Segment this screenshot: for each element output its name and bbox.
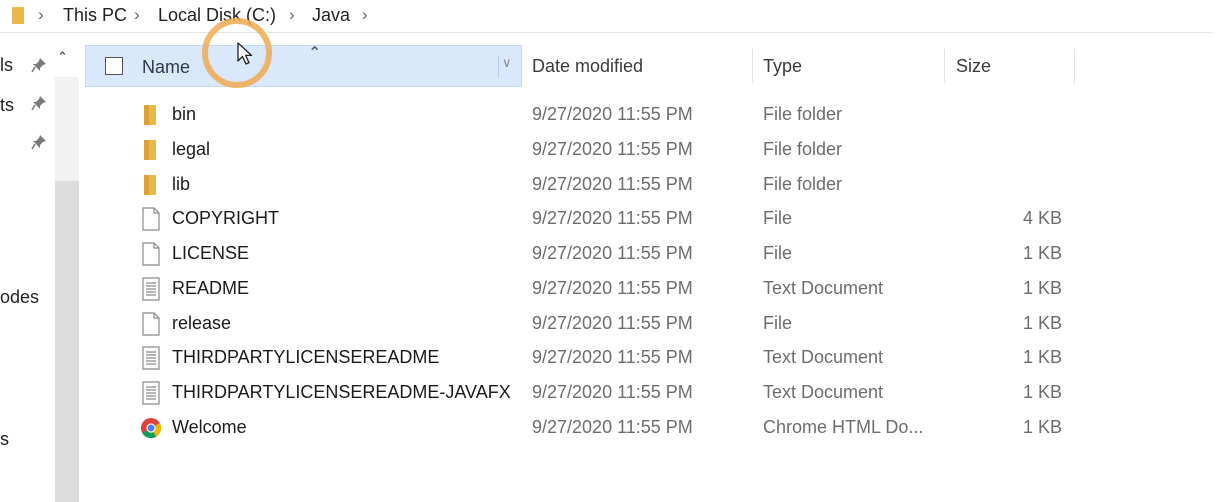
chevron-down-icon[interactable]: ∨ bbox=[502, 55, 512, 71]
mouse-cursor-icon bbox=[237, 42, 253, 65]
file-type: File bbox=[763, 313, 793, 333]
column-divider[interactable] bbox=[752, 49, 753, 83]
file-name: README bbox=[172, 278, 250, 298]
navigation-pane: ls ts odes s ⌃ bbox=[0, 33, 80, 502]
nav-item[interactable]: ts bbox=[0, 95, 14, 116]
file-type: File bbox=[763, 208, 793, 228]
file-type: Chrome HTML Do... bbox=[763, 417, 924, 437]
file-date: 9/27/2020 11:55 PM bbox=[532, 243, 693, 263]
column-header-name[interactable]: Name ⌃ ∨ bbox=[85, 45, 522, 87]
file-type: Text Document bbox=[763, 347, 884, 367]
file-name: THIRDPARTYLICENSEREADME bbox=[172, 347, 440, 367]
scrollbar-thumb[interactable] bbox=[55, 181, 79, 502]
breadcrumb-java[interactable]: Java bbox=[312, 5, 350, 26]
file-date: 9/27/2020 11:55 PM bbox=[532, 104, 693, 124]
file-size: 4 KB bbox=[1022, 208, 1062, 228]
file-size: 1 KB bbox=[1022, 347, 1062, 367]
file-size: 1 KB bbox=[1022, 278, 1062, 298]
nav-item[interactable]: s bbox=[0, 429, 9, 450]
file-name: THIRDPARTYLICENSEREADME-JAVAFX bbox=[172, 382, 511, 402]
column-header-size[interactable]: Size bbox=[956, 56, 991, 77]
file-type: File folder bbox=[763, 139, 843, 159]
file-name: bin bbox=[172, 104, 197, 124]
nav-item[interactable]: ls bbox=[0, 55, 13, 76]
pin-icon[interactable] bbox=[31, 95, 47, 111]
table-row[interactable]: legal 9/27/2020 11:55 PM File folder bbox=[85, 133, 1212, 167]
folder-icon bbox=[144, 140, 156, 160]
file-icon bbox=[142, 207, 160, 231]
file-size: 1 KB bbox=[1022, 382, 1062, 402]
column-header-type[interactable]: Type bbox=[763, 56, 802, 77]
table-row[interactable]: THIRDPARTYLICENSEREADME 9/27/2020 11:55 … bbox=[85, 341, 1212, 375]
table-row[interactable]: bin 9/27/2020 11:55 PM File folder bbox=[85, 98, 1212, 132]
pin-icon[interactable] bbox=[31, 134, 47, 150]
file-name: LICENSE bbox=[172, 243, 250, 263]
file-name: COPYRIGHT bbox=[172, 208, 280, 228]
file-name: legal bbox=[172, 139, 211, 159]
pin-icon[interactable] bbox=[31, 57, 47, 73]
table-row[interactable]: THIRDPARTYLICENSEREADME-JAVAFX 9/27/2020… bbox=[85, 376, 1212, 410]
chevron-right-icon[interactable]: › bbox=[38, 5, 44, 25]
file-date: 9/27/2020 11:55 PM bbox=[532, 382, 693, 402]
file-name: release bbox=[172, 313, 232, 333]
file-name: Welcome bbox=[172, 417, 247, 437]
file-date: 9/27/2020 11:55 PM bbox=[532, 139, 693, 159]
table-row[interactable]: lib 9/27/2020 11:55 PM File folder bbox=[85, 168, 1212, 202]
file-date: 9/27/2020 11:55 PM bbox=[532, 174, 693, 194]
file-type: File folder bbox=[763, 104, 843, 124]
column-divider[interactable] bbox=[944, 49, 945, 83]
breadcrumb-this-pc[interactable]: This PC bbox=[63, 5, 127, 26]
text-document-icon bbox=[142, 381, 160, 405]
table-row[interactable]: Welcome 9/27/2020 11:55 PM Chrome HTML D… bbox=[85, 411, 1212, 445]
chrome-icon bbox=[141, 418, 162, 439]
file-size: 1 KB bbox=[1022, 243, 1062, 263]
chevron-right-icon[interactable]: › bbox=[289, 5, 295, 25]
file-date: 9/27/2020 11:55 PM bbox=[532, 347, 693, 367]
file-date: 9/27/2020 11:55 PM bbox=[532, 313, 693, 333]
table-row[interactable]: release 9/27/2020 11:55 PM File 1 KB bbox=[85, 307, 1212, 341]
file-date: 9/27/2020 11:55 PM bbox=[532, 417, 693, 437]
address-bar[interactable]: › This PC › Local Disk (C:) › Java › bbox=[0, 0, 1212, 33]
file-date: 9/27/2020 11:55 PM bbox=[532, 208, 693, 228]
file-size: 1 KB bbox=[1022, 313, 1062, 333]
file-type: Text Document bbox=[763, 278, 884, 298]
scroll-up-arrow-icon[interactable]: ⌃ bbox=[57, 49, 68, 65]
nav-item[interactable]: odes bbox=[0, 287, 39, 308]
file-type: File folder bbox=[763, 174, 843, 194]
table-row[interactable]: README 9/27/2020 11:55 PM Text Document … bbox=[85, 272, 1212, 306]
folder-icon bbox=[144, 175, 156, 195]
column-divider[interactable] bbox=[1074, 49, 1075, 83]
select-all-checkbox[interactable] bbox=[105, 57, 123, 75]
chevron-right-icon[interactable]: › bbox=[134, 5, 140, 25]
file-type: Text Document bbox=[763, 382, 884, 402]
column-divider bbox=[498, 56, 499, 78]
file-name: lib bbox=[172, 174, 191, 194]
column-header-date-modified[interactable]: Date modified bbox=[532, 56, 643, 77]
file-date: 9/27/2020 11:55 PM bbox=[532, 278, 693, 298]
chevron-right-icon[interactable]: › bbox=[362, 5, 368, 25]
file-size: 1 KB bbox=[1022, 417, 1062, 437]
table-row[interactable]: COPYRIGHT 9/27/2020 11:55 PM File 4 KB bbox=[85, 202, 1212, 236]
text-document-icon bbox=[142, 277, 160, 301]
table-row[interactable]: LICENSE 9/27/2020 11:55 PM File 1 KB bbox=[85, 237, 1212, 271]
file-icon bbox=[142, 242, 160, 266]
column-name-label: Name bbox=[142, 57, 191, 77]
folder-icon bbox=[12, 7, 24, 24]
file-icon bbox=[142, 312, 160, 336]
text-document-icon bbox=[142, 346, 160, 370]
file-type: File bbox=[763, 243, 793, 263]
folder-icon bbox=[144, 105, 156, 125]
sort-ascending-icon: ⌃ bbox=[308, 45, 322, 62]
